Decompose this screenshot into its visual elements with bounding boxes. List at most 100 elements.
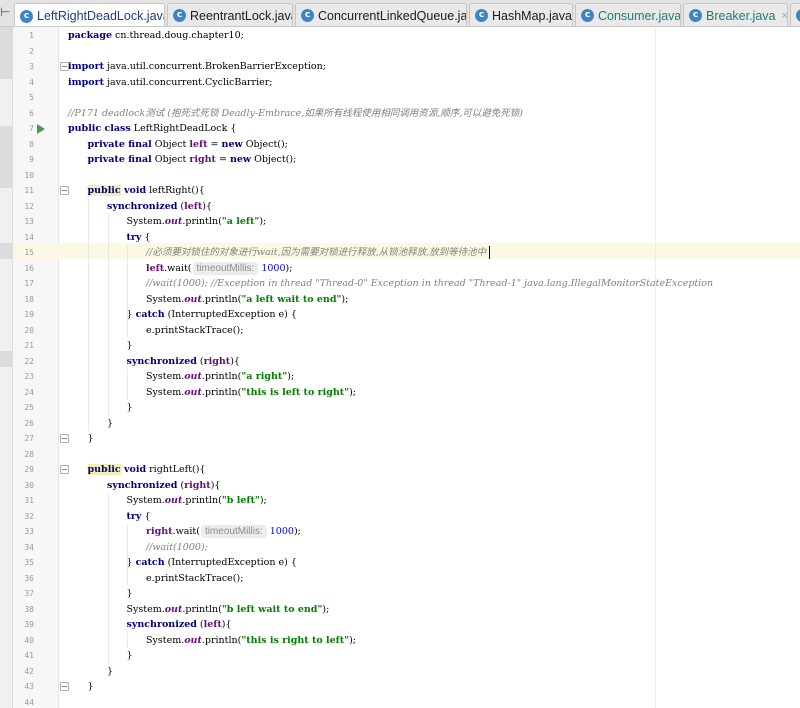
code-token: //P171 deadlock测试 (抱死式死锁 Deadly-Embrace,…	[68, 107, 524, 119]
code-line[interactable]: 10	[0, 168, 800, 184]
code-token: }	[107, 417, 114, 429]
code-line[interactable]: 36 e.printStackTrace();	[0, 571, 800, 587]
code-line[interactable]: 37}	[0, 586, 800, 602]
code-token: LeftRightDeadLock {	[130, 123, 237, 134]
code-token: );	[349, 386, 357, 398]
code-line[interactable]: 3 import java.util.concurrent.BrokenBarri…	[0, 59, 800, 75]
fold-toggle-icon[interactable]	[60, 186, 69, 195]
code-line[interactable]: 38 System.out.println("b left wait to end…	[0, 602, 800, 618]
tab-concurrent-linked-queue[interactable]: cConcurrentLinkedQueue.java×	[295, 3, 467, 26]
line-number: 24	[24, 387, 34, 397]
tab-hash-map[interactable]: cHashMap.java×	[469, 3, 573, 26]
code-token: left	[146, 262, 165, 274]
fold-toggle-icon[interactable]	[60, 434, 69, 443]
code-line[interactable]: 28	[0, 447, 800, 463]
line-number: 20	[24, 325, 34, 335]
code-token: synchronized	[107, 200, 178, 212]
code-token: out	[164, 495, 183, 506]
code-text: //P171 deadlock测试 (抱死式死锁 Deadly-Embrace,…	[68, 106, 523, 122]
code-token: void	[120, 185, 147, 196]
code-line[interactable]: 35} catch (InterruptedException e) {	[0, 555, 800, 571]
code-line[interactable]: 9 private final Object right = new Object…	[0, 152, 800, 168]
code-line[interactable]: 14 try {	[0, 230, 800, 246]
code-token: }	[107, 665, 114, 677]
code-line[interactable]: 2	[0, 44, 800, 60]
code-line[interactable]: 20 e.printStackTrace();	[0, 323, 800, 339]
code-line[interactable]: 13 System.out.println("a left");	[0, 214, 800, 230]
fold-toggle-icon[interactable]	[60, 62, 69, 71]
close-icon[interactable]: ×	[781, 10, 787, 22]
code-line[interactable]: 25}	[0, 400, 800, 416]
code-line[interactable]: 7 public class LeftRightDeadLock {	[0, 121, 800, 137]
code-line[interactable]: 29 public void rightLeft(){	[0, 462, 800, 478]
tab-overflow-icon[interactable]: ⊢	[0, 5, 12, 21]
code-token: );	[293, 526, 301, 537]
code-line[interactable]: 43}	[0, 679, 800, 695]
code-line[interactable]: 15 //必须要对锁住的对象进行wait,因为需要对锁进行释放,从锁池释放,放到等…	[0, 245, 800, 261]
code-line[interactable]: 5	[0, 90, 800, 106]
code-token: right	[146, 526, 173, 537]
code-line[interactable]: 31 System.out.println("b left");	[0, 493, 800, 509]
code-line[interactable]: 1 package cn.thread.doug.chapter10;	[0, 28, 800, 44]
code-line[interactable]: 41}	[0, 648, 800, 664]
line-number: 7	[29, 124, 34, 133]
code-line[interactable]: 11 public void leftRight(){	[0, 183, 800, 199]
code-line[interactable]: 42}	[0, 664, 800, 680]
line-number: 6	[29, 108, 34, 118]
code-text: e.printStackTrace();	[146, 571, 243, 587]
code-token: out	[184, 634, 202, 646]
code-token: );	[259, 216, 267, 227]
code-line[interactable]: 27}	[0, 431, 800, 447]
code-token: 1000	[269, 526, 294, 537]
code-line[interactable]: 22 synchronized (right){	[0, 354, 800, 370]
code-line[interactable]: 16 left.wait(timeoutMillis: 1000);	[0, 261, 800, 277]
code-line[interactable]: 33 right.wait(timeoutMillis: 1000);	[0, 524, 800, 540]
code-line[interactable]: 21}	[0, 338, 800, 354]
fold-toggle-icon[interactable]	[60, 682, 69, 691]
code-line[interactable]: 34 //wait(1000);	[0, 540, 800, 556]
code-editor[interactable]: 1 package cn.thread.doug.chapter10; 2 3 impo…	[0, 27, 800, 708]
code-token: (	[196, 619, 204, 630]
code-token: java.util.concurrent.CyclicBarrier;	[104, 76, 273, 88]
code-token: out	[164, 216, 183, 227]
fold-toggle-icon[interactable]	[60, 465, 69, 474]
tab-consumer[interactable]: cConsumer.java×	[575, 3, 681, 26]
code-line[interactable]: 6 //P171 deadlock测试 (抱死式死锁 Deadly-Embrace…	[0, 106, 800, 122]
code-token: "this is left to right"	[241, 386, 350, 398]
code-line[interactable]: 40 System.out.println("this is right to l…	[0, 633, 800, 649]
line-number: 36	[24, 573, 34, 583]
code-text: }	[127, 400, 133, 416]
code-text: synchronized (right){	[127, 354, 240, 370]
code-line[interactable]: 44	[0, 695, 800, 708]
code-line[interactable]: 30 synchronized (right){	[0, 478, 800, 494]
code-token: System.	[146, 371, 185, 382]
code-token: Object();	[251, 154, 297, 165]
code-token: cn.thread.doug.chapter10;	[112, 30, 244, 41]
code-line[interactable]: 32 try {	[0, 509, 800, 525]
parameter-hint: timeoutMillis:	[200, 525, 267, 538]
code-text: System.out.println("a right");	[146, 369, 294, 385]
run-icon[interactable]	[37, 123, 45, 134]
tab-left-right-dead-lock[interactable]: cLeftRightDeadLock.java×	[14, 3, 165, 26]
code-token: catch	[135, 309, 165, 320]
tab-overflow-partial[interactable]: c	[790, 3, 800, 26]
code-line[interactable]: 17 //wait(1000); //Exception in thread "T…	[0, 276, 800, 292]
tab-reentrant-lock[interactable]: cReentrantLock.java×	[167, 3, 293, 26]
code-line[interactable]: 8 private final Object left = new Object(…	[0, 137, 800, 153]
code-line[interactable]: 12 synchronized (left){	[0, 199, 800, 215]
java-class-icon: c	[475, 9, 488, 22]
code-line[interactable]: 23 System.out.println("a right");	[0, 369, 800, 385]
code-line[interactable]: 26}	[0, 416, 800, 432]
code-line[interactable]: 4 import java.util.concurrent.CyclicBarri…	[0, 75, 800, 91]
code-line[interactable]: 39 synchronized (left){	[0, 617, 800, 633]
code-text: e.printStackTrace();	[146, 323, 243, 339]
tab-label: ConcurrentLinkedQueue.java	[318, 8, 467, 23]
tab-breaker[interactable]: c Breaker.java ×	[683, 3, 788, 26]
line-number: 27	[24, 434, 34, 443]
line-number: 44	[24, 697, 34, 707]
line-number: 18	[24, 294, 34, 304]
code-line[interactable]: 18 System.out.println("a left wait to end…	[0, 292, 800, 308]
code-line[interactable]: 24 System.out.println("this is left to ri…	[0, 385, 800, 401]
line-number: 15	[24, 248, 34, 257]
code-line[interactable]: 19} catch (InterruptedException e) {	[0, 307, 800, 323]
